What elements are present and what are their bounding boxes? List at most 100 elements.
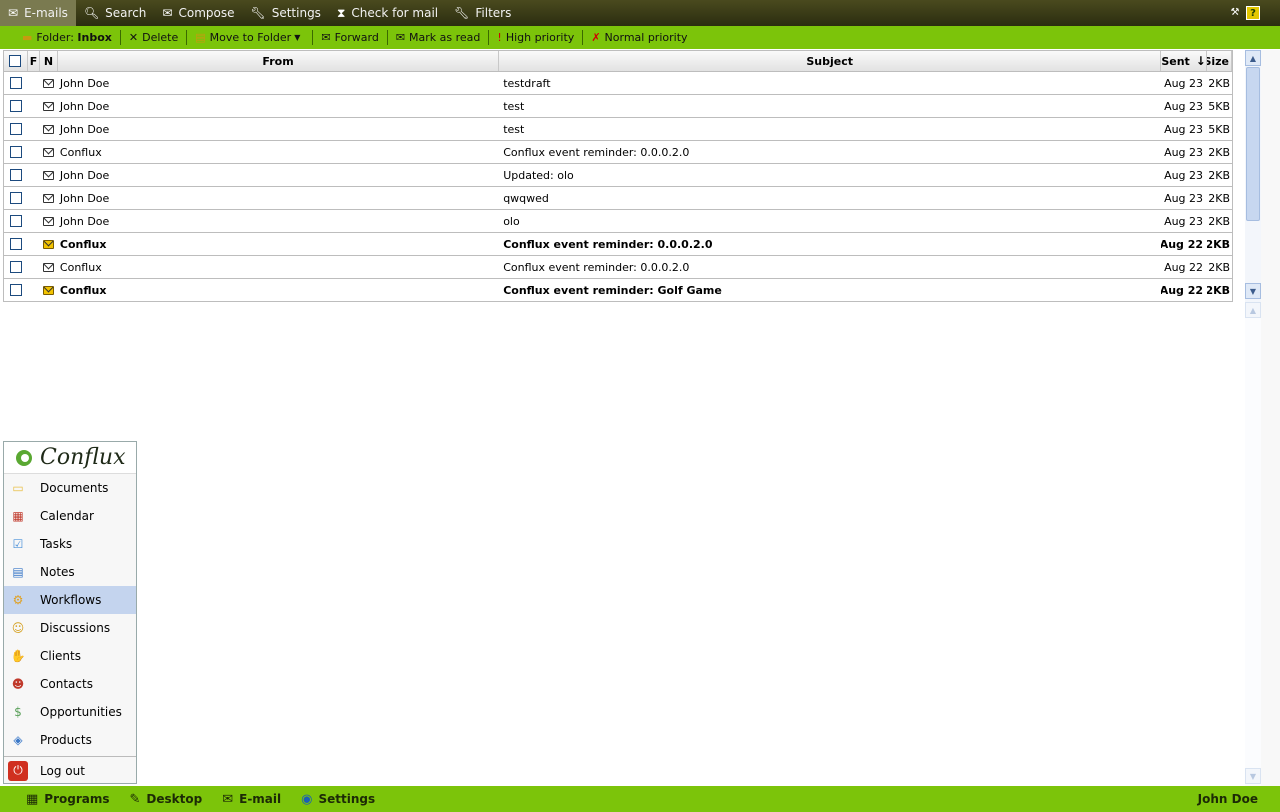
toolbar-divider (312, 30, 314, 45)
row-subject[interactable]: Conflux event reminder: 0.0.0.2.0 (499, 256, 1161, 278)
menu-item-opportunities[interactable]: $ Opportunities (4, 698, 136, 726)
menu-item-notes[interactable]: ▤ Notes (4, 558, 136, 586)
row-checkbox[interactable] (9, 169, 22, 181)
col-new-header[interactable]: N (40, 51, 58, 71)
table-row[interactable]: John Doe Updated: olo Aug 23 2KB (4, 164, 1232, 187)
row-subject[interactable]: test (499, 95, 1161, 117)
row-checkbox[interactable] (9, 261, 22, 273)
taskbar-settings[interactable]: ◉ Settings (301, 792, 375, 807)
outer-scroll-track[interactable] (1245, 318, 1261, 768)
row-subject[interactable]: Updated: olo (499, 164, 1161, 186)
row-sent: Aug 23 (1164, 191, 1204, 205)
nav-settings[interactable]: 🔧︎ Settings (242, 0, 328, 26)
tools-icon[interactable]: ⚒ (1228, 6, 1242, 20)
col-from-header[interactable]: From (58, 51, 500, 71)
scroll-track[interactable] (1245, 221, 1261, 283)
delete-button[interactable]: ✕ Delete (123, 31, 184, 44)
row-flag-cell[interactable] (28, 279, 40, 301)
col-sent-header[interactable]: Sent ↓ (1161, 51, 1208, 71)
row-from[interactable]: Conflux (58, 233, 499, 255)
row-flag-cell[interactable] (28, 187, 40, 209)
col-subject-header[interactable]: Subject (499, 51, 1162, 71)
row-from[interactable]: John Doe (58, 210, 499, 232)
row-subject[interactable]: test (499, 118, 1161, 140)
taskbar-email[interactable]: ✉ E-mail (222, 792, 281, 807)
scroll-down-icon[interactable]: ▼ (1245, 283, 1261, 299)
row-flag-cell[interactable] (28, 141, 40, 163)
col-size-header[interactable]: Size (1207, 51, 1233, 71)
folder-selector[interactable]: ▬ Folder: Inbox (16, 31, 118, 44)
scroll-thumb[interactable] (1246, 67, 1260, 221)
vertical-scrollbar[interactable]: ▲ ▼ (1245, 50, 1261, 302)
scroll-up-icon[interactable]: ▲ (1245, 50, 1261, 66)
menu-item-products[interactable]: ◈ Products (4, 726, 136, 754)
row-checkbox[interactable] (9, 238, 22, 250)
nav-compose[interactable]: ✉ Compose (154, 0, 242, 26)
row-checkbox[interactable] (9, 215, 22, 227)
table-row[interactable]: John Doe testdraft Aug 23 2KB (4, 72, 1232, 95)
table-row[interactable]: Conflux Conflux event reminder: 0.0.0.2.0… (4, 233, 1232, 256)
table-row[interactable]: John Doe test Aug 23 5KB (4, 95, 1232, 118)
outer-scrollbar[interactable]: ▲ ▼ (1245, 302, 1261, 786)
normal-priority-button[interactable]: ✗ Normal priority (585, 31, 693, 44)
menu-item-calendar[interactable]: ▦ Calendar (4, 502, 136, 530)
menu-item-contacts[interactable]: ☻ Contacts (4, 670, 136, 698)
nav-emails[interactable]: ✉ E-mails (0, 0, 76, 26)
forward-button[interactable]: ✉ Forward (315, 31, 384, 44)
menu-item-discussions[interactable]: ☺ Discussions (4, 614, 136, 642)
help-icon[interactable]: ? (1246, 6, 1260, 20)
table-row[interactable]: Conflux Conflux event reminder: 0.0.0.2.0… (4, 256, 1232, 279)
row-flag-cell[interactable] (28, 118, 40, 140)
row-checkbox[interactable] (9, 192, 22, 204)
menu-item-label: Tasks (40, 537, 73, 551)
menu-item-clients[interactable]: ✋ Clients (4, 642, 136, 670)
row-checkbox[interactable] (9, 77, 22, 89)
outer-scroll-up-icon[interactable]: ▲ (1245, 302, 1261, 318)
high-priority-button[interactable]: ! High priority (491, 31, 580, 44)
row-subject[interactable]: testdraft (499, 72, 1161, 94)
move-to-folder-button[interactable]: ▤ Move to Folder ▼ (189, 31, 310, 44)
row-subject[interactable]: olo (499, 210, 1161, 232)
taskbar-programs[interactable]: ▦ Programs (26, 792, 110, 807)
row-subject[interactable]: qwqwed (499, 187, 1161, 209)
row-from[interactable]: John Doe (58, 72, 499, 94)
row-checkbox[interactable] (9, 123, 22, 135)
row-flag-cell[interactable] (28, 72, 40, 94)
taskbar-desktop[interactable]: ✎ Desktop (130, 792, 203, 807)
row-subject[interactable]: Conflux event reminder: Golf Game (499, 279, 1161, 301)
outer-scroll-down-icon[interactable]: ▼ (1245, 768, 1261, 784)
nav-filters[interactable]: 🔧︎ Filters (446, 0, 519, 26)
nav-search[interactable]: 🔍︎ Search (76, 0, 154, 26)
conflux-logo: Conflux (4, 442, 136, 474)
menu-item-tasks[interactable]: ☑ Tasks (4, 530, 136, 558)
row-flag-cell[interactable] (28, 164, 40, 186)
row-subject[interactable]: Conflux event reminder: 0.0.0.2.0 (499, 233, 1161, 255)
row-flag-cell[interactable] (28, 256, 40, 278)
nav-check-mail[interactable]: ⧗ Check for mail (329, 0, 446, 26)
table-row[interactable]: Conflux Conflux event reminder: Golf Game… (4, 279, 1232, 302)
row-checkbox[interactable] (9, 146, 22, 158)
row-checkbox[interactable] (9, 284, 22, 296)
logout-button[interactable]: ⏻ Log out (4, 756, 136, 784)
row-from[interactable]: John Doe (58, 95, 499, 117)
row-from[interactable]: John Doe (58, 187, 499, 209)
row-checkbox[interactable] (9, 100, 22, 112)
row-subject[interactable]: Conflux event reminder: 0.0.0.2.0 (499, 141, 1161, 163)
row-from[interactable]: John Doe (58, 118, 499, 140)
menu-item-workflows[interactable]: ⚙ Workflows (4, 586, 136, 614)
row-from[interactable]: Conflux (58, 141, 499, 163)
col-flag-header[interactable]: F (28, 51, 40, 71)
select-all-checkbox[interactable] (9, 55, 22, 67)
table-row[interactable]: John Doe test Aug 23 5KB (4, 118, 1232, 141)
table-row[interactable]: Conflux Conflux event reminder: 0.0.0.2.0… (4, 141, 1232, 164)
menu-item-documents[interactable]: ▭ Documents (4, 474, 136, 502)
row-flag-cell[interactable] (28, 95, 40, 117)
row-from[interactable]: John Doe (58, 164, 499, 186)
table-row[interactable]: John Doe qwqwed Aug 23 2KB (4, 187, 1232, 210)
row-from[interactable]: Conflux (58, 279, 499, 301)
mark-as-read-button[interactable]: ✉ Mark as read (390, 31, 487, 44)
row-flag-cell[interactable] (28, 210, 40, 232)
row-flag-cell[interactable] (28, 233, 40, 255)
table-row[interactable]: John Doe olo Aug 23 2KB (4, 210, 1232, 233)
row-from[interactable]: Conflux (58, 256, 499, 278)
